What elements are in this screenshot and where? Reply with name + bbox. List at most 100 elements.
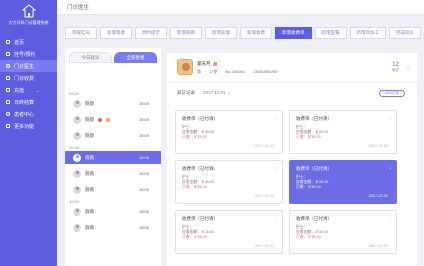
cash-icon: [6, 76, 10, 80]
record-title: 收费单（已付清）: [182, 166, 218, 171]
patient-name: 薇薇: [85, 224, 94, 230]
record-date: 2017-12-01: [368, 194, 388, 198]
list-item[interactable]: 薇薇 15:00: [65, 113, 161, 126]
tab-new-order[interactable]: 新增医嘱: [314, 27, 347, 39]
patient-phone: 13951956789: [253, 69, 278, 74]
record-paid: 已收：￥35.00: [182, 185, 207, 189]
record-paid: 已收：￥35.00: [182, 235, 207, 239]
alert-badge: [106, 117, 110, 122]
chevron-right-icon[interactable]: ›: [407, 65, 409, 71]
record-paid: 已收：￥35.00: [296, 235, 321, 239]
tab-new-charge-slip[interactable]: 新增收费单: [275, 27, 312, 39]
tab-appointment[interactable]: 预约提示: [135, 27, 167, 39]
patient-name: 薇薇: [85, 132, 94, 138]
record-title: 收费单（已付清）: [182, 216, 218, 221]
record-card-selected[interactable]: 收费单（已付清） 护士： 应收金额：￥35.00 已收：￥35.00 2017-…: [289, 160, 397, 204]
records-date-select[interactable]: 2017-12-01 ⌄: [203, 90, 231, 96]
sidebar-item-label: 首页: [14, 39, 25, 46]
avatar: [73, 169, 81, 178]
record-card[interactable]: 收费单（已付清） 护士： 应收金额：￥35.00 已收：￥35.00 2017-…: [289, 210, 397, 254]
record-title: 收费单（已付清）: [296, 166, 332, 171]
tab-new-charge[interactable]: 新增收费: [240, 27, 272, 39]
user-icon: [6, 112, 10, 116]
patient-summary[interactable]: 葉夫月 初 男 17岁 No.100001 13951956789 12 就诊 …: [167, 53, 417, 83]
list-item-selected[interactable]: 薇薇 15:00: [65, 151, 161, 164]
tab-new-lab[interactable]: 新增外加工: [349, 27, 386, 39]
logo: 大力牙科门诊管理系统: [0, 0, 57, 36]
record-date: 2017-12-01: [254, 244, 274, 248]
record-card[interactable]: 收费单（已付清） 护士： 应收金额：￥35.00 已收：￥35.00 2017-…: [175, 210, 283, 254]
record-date: 2017-12-01: [368, 144, 388, 148]
time-label: 11:00: [69, 199, 79, 204]
tab-new-treatment[interactable]: 新增处理: [205, 27, 237, 39]
add-record-button[interactable]: ADD记录: [378, 90, 405, 97]
record-card[interactable]: 收费单（已付清） 护士： 应收金额：￥35.00 已收：￥35.00 2017-…: [175, 160, 283, 204]
wallet-icon: [6, 88, 10, 92]
patient-name: 薇薇: [85, 116, 94, 122]
list-item[interactable]: 薇薇 15:00: [65, 167, 161, 180]
patient-time: 15:00: [138, 155, 149, 160]
avatar: [73, 99, 81, 108]
record-date: 2017-12-01: [254, 144, 274, 148]
patient-detail-panel: 葉夫月 初 男 17岁 No.100001 13951956789 12 就诊 …: [167, 53, 417, 266]
sidebar-item-more[interactable]: 更多功能: [0, 120, 57, 132]
tab-new-patient[interactable]: 新增患者: [100, 27, 132, 39]
page-header: 门诊医生: [57, 0, 424, 15]
list-item[interactable]: 薇薇 15:00: [65, 221, 161, 234]
record-paid: 已收：￥35.00: [296, 185, 321, 189]
list-item[interactable]: 薇薇 15:00: [65, 129, 161, 142]
calendar-icon: [6, 52, 10, 56]
record-title: 收费单（已付清）: [296, 216, 332, 221]
tab-new-case[interactable]: 新增病例: [170, 27, 202, 39]
doctor-icon: [6, 64, 10, 68]
chevron-right-icon: ›: [275, 166, 277, 172]
sidebar: 大力牙科门诊管理系统 首页 挂号/预约 门诊医生 门诊收费 充值 ⌄ 日终结算 患…: [0, 0, 57, 266]
sidebar-item-recharge[interactable]: 充值 ⌄: [0, 84, 57, 96]
record-card[interactable]: 收费单（已付清） 护士： 应收金额：￥35.00 已收：￥35.00 2017-…: [289, 110, 397, 154]
patient-gender: 男: [197, 69, 201, 74]
list-item[interactable]: 薇薇 15:00: [65, 97, 161, 110]
chevron-right-icon: ›: [389, 216, 391, 222]
visit-count: 12 就诊: [392, 62, 399, 73]
chevron-right-icon: ›: [275, 116, 277, 122]
records-label: 就诊记录: [177, 90, 195, 95]
patient-list-panel: 今日就诊 全部患者 09:00 薇薇 15:00 薇薇 15:00 薇薇 15:…: [65, 48, 161, 266]
patient-name: 薇薇: [85, 186, 94, 192]
record-card[interactable]: 收费单（已付清） 护士： 应收金额：￥35.00 已收：￥35.00 2017-…: [175, 110, 283, 154]
sidebar-item-label: 更多功能: [14, 123, 35, 130]
avatar: [73, 131, 81, 140]
tab-finish[interactable]: 完成就诊: [389, 27, 421, 39]
patient-name: 薇薇: [85, 208, 94, 214]
chevron-right-icon: ›: [389, 166, 391, 172]
sidebar-item-label: 门诊收费: [14, 75, 35, 82]
sidebar-item-registration[interactable]: 挂号/预约: [0, 48, 57, 60]
subtab-today[interactable]: 今日就诊: [69, 52, 112, 63]
list-item[interactable]: 薇薇 15:00: [65, 205, 161, 218]
list-subtabs: 今日就诊 全部患者: [65, 48, 161, 63]
subtab-all[interactable]: 全部患者: [114, 52, 157, 63]
patient-name: 葉夫月: [197, 61, 211, 66]
sidebar-item-label: 充值: [14, 87, 25, 94]
action-tabs: 等候挂号 新增患者 预约提示 新增病例 新增处理 新增收费 新增收费单 新增医嘱…: [65, 27, 421, 39]
home-icon: [6, 40, 10, 44]
patient-name: 薇薇: [85, 154, 94, 160]
home-logo-icon: [21, 4, 36, 18]
patient-time: 15:00: [138, 117, 149, 122]
sidebar-item-settlement[interactable]: 日终结算: [0, 96, 57, 108]
chevron-right-icon: ›: [389, 116, 391, 122]
sidebar-item-patients[interactable]: 患者中心: [0, 108, 57, 120]
time-label: 10:00: [69, 145, 80, 150]
tab-waiting[interactable]: 等候挂号: [65, 27, 97, 39]
avatar: [73, 207, 81, 216]
list-item[interactable]: 薇薇 15:00: [65, 183, 161, 196]
sidebar-item-charges[interactable]: 门诊收费: [0, 72, 57, 84]
sidebar-item-label: 日终结算: [14, 99, 35, 106]
time-label: 09:00: [69, 91, 80, 96]
sidebar-item-home[interactable]: 首页: [0, 36, 57, 48]
sidebar-item-doctor[interactable]: 门诊医生: [0, 60, 57, 72]
patient-time: 15:00: [138, 133, 149, 138]
report-icon: [6, 100, 10, 104]
chevron-right-icon: ›: [275, 216, 277, 222]
records-header: 就诊记录 2017-12-01 ⌄: [177, 90, 231, 96]
patient-info: 男 17岁 No.100001 13951956789: [197, 69, 278, 75]
